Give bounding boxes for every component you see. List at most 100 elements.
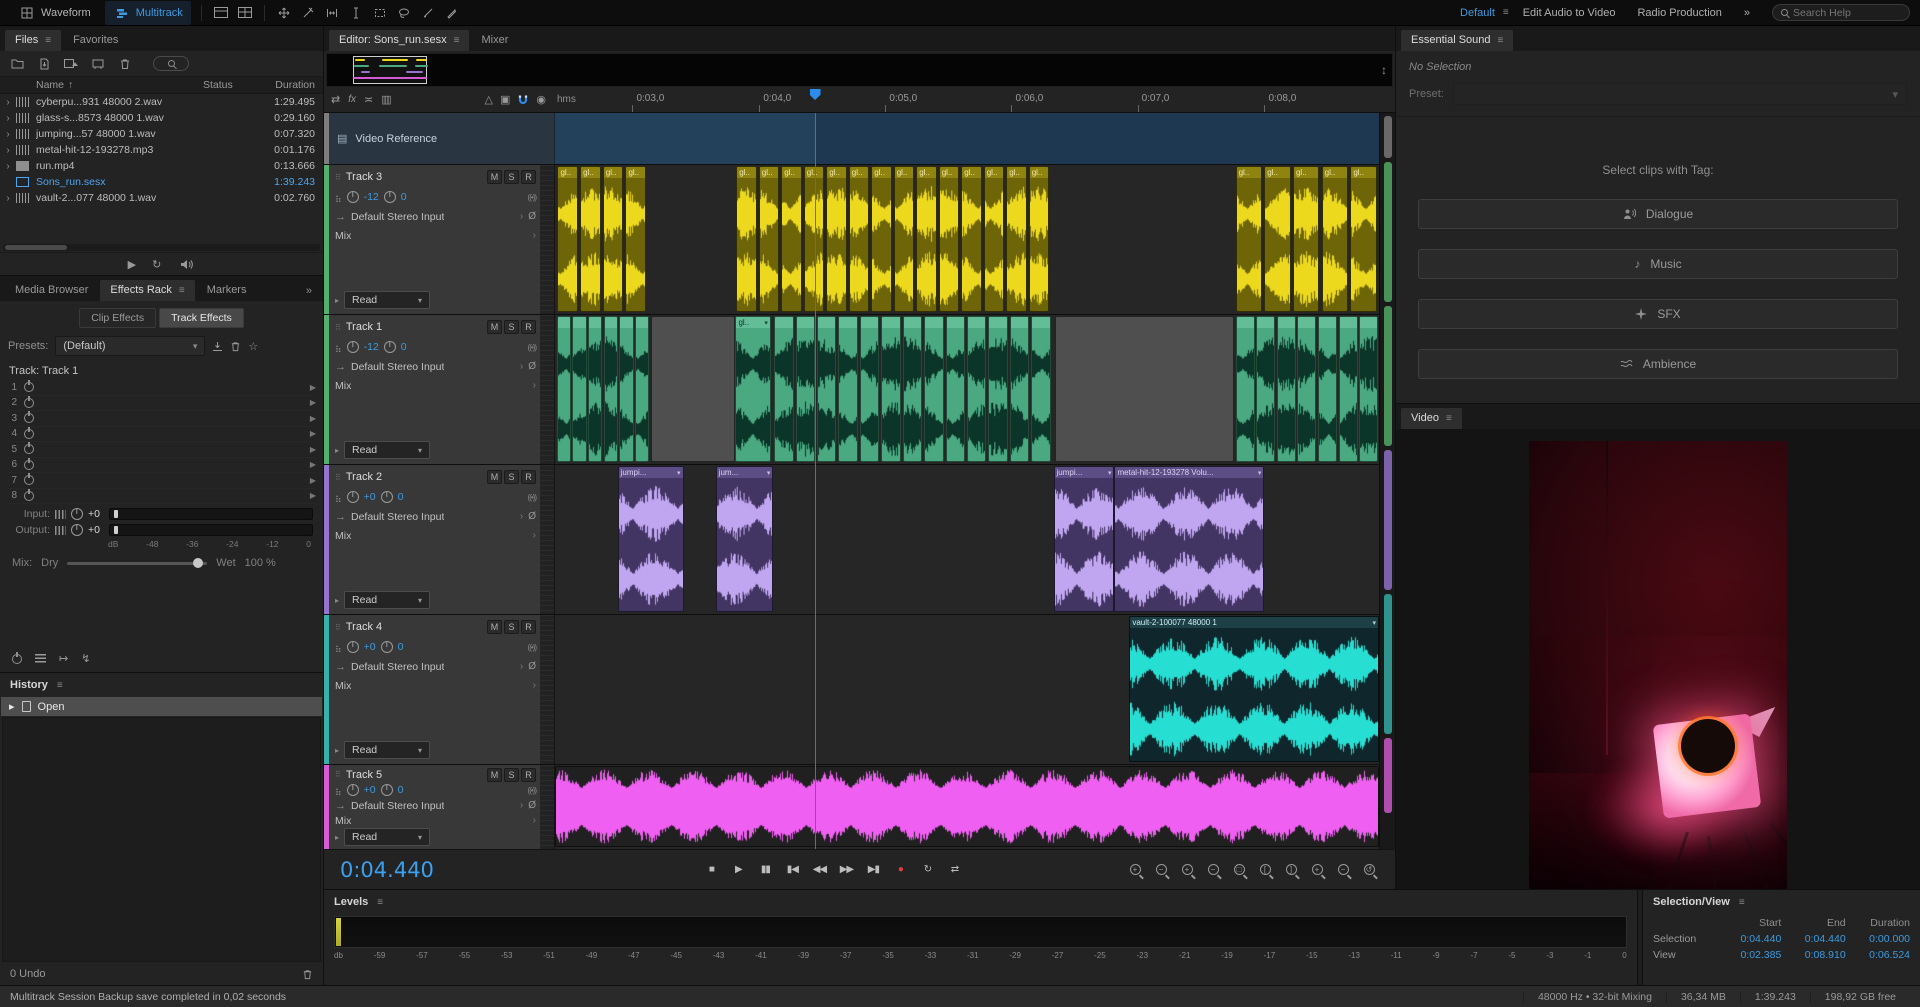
automation-mode-dropdown[interactable]: Read▾: [344, 741, 430, 759]
record-button[interactable]: ●: [889, 859, 912, 881]
slider-handle[interactable]: [114, 526, 118, 534]
volume-knob[interactable]: [347, 491, 359, 503]
audio-clip[interactable]: [881, 316, 900, 462]
video-reference-lane[interactable]: [555, 113, 1379, 164]
output-gain-value[interactable]: +0: [88, 524, 104, 536]
solo-button[interactable]: S: [504, 620, 519, 634]
track-name[interactable]: Track 2: [346, 471, 382, 483]
stop-button[interactable]: ■: [700, 859, 723, 881]
volume-knob[interactable]: [347, 191, 359, 203]
volume-value[interactable]: -12: [364, 191, 379, 203]
rack-lightning-icon[interactable]: ↯: [81, 652, 90, 665]
waveform-view-button[interactable]: Waveform: [10, 1, 99, 25]
power-icon[interactable]: [24, 491, 34, 501]
slot-arrow-icon[interactable]: ▶: [310, 429, 316, 438]
volume-value[interactable]: +0: [364, 491, 376, 503]
file-row[interactable]: ›jumping...57 48000 1.wav0:07.320: [0, 126, 323, 142]
track-effects-button[interactable]: Track Effects: [159, 308, 244, 328]
fx-toggle-icon[interactable]: fx: [348, 94, 356, 105]
open-file-icon[interactable]: [8, 55, 26, 73]
audio-clip[interactable]: gl..: [1350, 166, 1376, 312]
slot-arrow-icon[interactable]: ▶: [310, 414, 316, 423]
mute-button[interactable]: M: [487, 620, 502, 634]
audio-clip[interactable]: [1031, 316, 1050, 462]
input-monitor-icon[interactable]: ((•)): [528, 493, 536, 502]
arm-record-button[interactable]: R: [521, 768, 536, 782]
spot-healing-brush-tool-icon[interactable]: [443, 4, 461, 22]
trash-icon[interactable]: [116, 55, 134, 73]
track-input-select[interactable]: Default Stereo Input: [351, 211, 444, 223]
track-output-select[interactable]: Mix: [335, 230, 351, 242]
pan-knob[interactable]: [384, 191, 396, 203]
track-output-select[interactable]: Mix: [335, 680, 351, 692]
panel-menu-icon[interactable]: ≡: [57, 680, 63, 691]
track-input-select[interactable]: Default Stereo Input: [351, 661, 444, 673]
audio-clip[interactable]: [588, 316, 602, 462]
tab-files[interactable]: Files ≡: [5, 30, 61, 51]
scrollbar-segment[interactable]: [1384, 738, 1392, 813]
tab-editor[interactable]: Editor: Sons_run.sesx ≡: [329, 30, 469, 51]
audio-clip[interactable]: gl..: [1006, 166, 1027, 312]
pan-value[interactable]: 0: [401, 341, 407, 353]
input-monitor-icon[interactable]: ((•)): [528, 343, 536, 352]
audio-clip[interactable]: [1277, 316, 1296, 462]
slot-arrow-icon[interactable]: ▶: [310, 460, 316, 469]
audio-clip[interactable]: gl..: [871, 166, 892, 312]
zoom-selection-out-point-button[interactable]: ]: [1281, 861, 1301, 879]
audio-clip[interactable]: [967, 316, 986, 462]
audio-clip[interactable]: [817, 316, 836, 462]
scrollbar-segment[interactable]: [1384, 116, 1392, 158]
audio-clip[interactable]: gl..: [961, 166, 982, 312]
tab-media-browser[interactable]: Media Browser: [5, 280, 98, 301]
loop-playback-button[interactable]: ↻: [916, 859, 939, 881]
arm-record-button[interactable]: R: [521, 320, 536, 334]
session-overview-strip[interactable]: ↕: [326, 53, 1393, 87]
view-start-value[interactable]: 0:02.385: [1717, 949, 1781, 961]
move-playhead-to-next-button[interactable]: ▶▮: [862, 859, 885, 881]
new-item-icon[interactable]: [62, 55, 80, 73]
solo-button[interactable]: S: [504, 170, 519, 184]
expand-icon[interactable]: ▸: [335, 446, 339, 455]
workspace-overflow-button[interactable]: »: [1736, 7, 1758, 19]
tab-markers[interactable]: Markers: [197, 280, 257, 301]
metronome-icon[interactable]: △: [485, 93, 493, 106]
volume-value[interactable]: +0: [364, 641, 376, 653]
marquee-selection-tool-icon[interactable]: [371, 4, 389, 22]
input-gain-slider[interactable]: [109, 508, 313, 520]
selection-end-value[interactable]: 0:04.440: [1781, 933, 1845, 945]
preview-play-button[interactable]: ▶: [128, 258, 136, 271]
panel-menu-icon[interactable]: ≡: [377, 897, 383, 908]
phase-invert-icon[interactable]: Ø: [528, 211, 536, 222]
panel-menu-icon[interactable]: ≡: [1446, 413, 1452, 424]
audio-clip[interactable]: gl..: [1264, 166, 1290, 312]
view-duration-value[interactable]: 0:06.524: [1846, 949, 1910, 961]
scrollbar-thumb[interactable]: [5, 245, 67, 250]
volume-knob[interactable]: [347, 641, 359, 653]
pan-value[interactable]: 0: [398, 491, 404, 503]
effect-slot[interactable]: 4▶: [7, 427, 316, 443]
audio-clip[interactable]: gl..: [1236, 166, 1262, 312]
audio-clip[interactable]: [903, 316, 922, 462]
audio-clip[interactable]: jumpi...▾: [618, 466, 684, 612]
effect-slot[interactable]: 2▶: [7, 396, 316, 412]
zoom-out-button[interactable]: −: [1151, 861, 1171, 879]
timer-icon[interactable]: ◉: [536, 93, 546, 106]
audio-clip[interactable]: vault-2-100077 48000 1▾: [1129, 616, 1379, 762]
slip-tool-icon[interactable]: [323, 4, 341, 22]
save-preset-icon[interactable]: [212, 341, 223, 352]
audio-clip[interactable]: [635, 316, 649, 462]
search-help-input[interactable]: [1793, 7, 1901, 19]
panel-menu-icon[interactable]: ≡: [179, 285, 185, 296]
search-help-field[interactable]: [1772, 4, 1910, 21]
workspace-menu-icon[interactable]: ≡: [1503, 7, 1509, 18]
input-monitor-icon[interactable]: ((•)): [528, 193, 536, 202]
input-monitor-icon[interactable]: ((•)): [528, 786, 536, 795]
track-name[interactable]: Track 3: [346, 171, 382, 183]
output-gain-slider[interactable]: [109, 524, 313, 536]
tab-effects-rack[interactable]: Effects Rack ≡: [100, 280, 194, 301]
audio-clip[interactable]: gl..: [736, 166, 757, 312]
mute-button[interactable]: M: [487, 768, 502, 782]
delete-preset-icon[interactable]: [230, 341, 241, 352]
panel-menu-icon[interactable]: ≡: [454, 35, 460, 46]
volume-knob[interactable]: [347, 341, 359, 353]
